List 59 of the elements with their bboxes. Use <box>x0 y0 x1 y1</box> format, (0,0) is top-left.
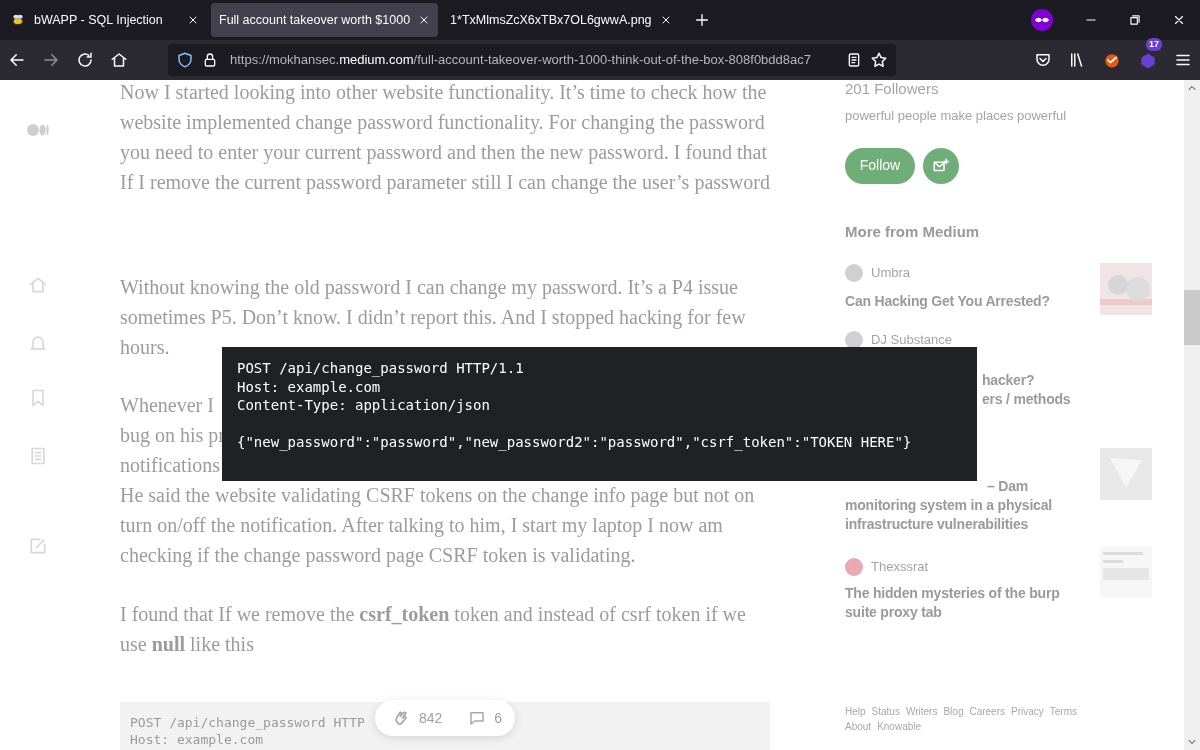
story-title[interactable]: infrastructure vulnerabilities <box>845 514 1029 534</box>
story-title[interactable]: hacker? <box>982 370 1035 390</box>
reload-icon[interactable] <box>76 51 94 69</box>
restore-icon[interactable] <box>1128 13 1142 27</box>
comment-count: 6 <box>494 708 503 728</box>
article-text: turn on/off the notification. After talking to him, I start my laptop I now am <box>120 513 723 539</box>
article-text: checking if the change password page CSRF token is validating. <box>120 543 636 569</box>
scrollbar[interactable] <box>1184 80 1200 750</box>
story-title[interactable]: The hidden mysteries of the burp suite proxy tab <box>845 583 1080 622</box>
home-icon[interactable] <box>110 51 128 69</box>
notification-badge: 17 <box>1146 38 1162 51</box>
pocket-icon[interactable] <box>1034 51 1052 69</box>
forward-icon[interactable] <box>42 51 60 69</box>
author-avatar <box>845 330 863 349</box>
story-title[interactable]: – Dam <box>987 476 1029 496</box>
footer-link[interactable]: Privacy <box>1011 703 1044 719</box>
clap-count: 842 <box>419 708 443 728</box>
article-text: Whenever I <box>120 393 214 418</box>
follower-count: 201 Followers <box>845 80 939 98</box>
author-bio: powerful people make places powerful <box>845 107 1067 125</box>
code-snippet: POST /api/change_password HTTP/1.1 Host: example.com Content-Type: application/json {"new_password":"password","new_password2":"password","csrf_token":"TOKEN HERE"} <box>222 347 977 481</box>
bookmark-star-icon[interactable] <box>870 51 888 69</box>
shield-icon <box>176 51 194 69</box>
subscribe-button[interactable] <box>923 147 959 184</box>
story-title[interactable]: Can Hacking Get You Arrested? <box>845 291 1080 311</box>
footer-link[interactable]: Writers <box>905 703 938 719</box>
address-bar[interactable]: https://mokhansec.medium.com/full-account-takeover-worth-1000-think-out-of-the-box-808f0bdd8ac7 <box>168 44 896 76</box>
author-avatar <box>845 263 863 282</box>
scrollbar-thumb[interactable] <box>1184 290 1200 345</box>
new-tab-icon[interactable] <box>693 12 710 28</box>
footer-link[interactable]: Careers <box>969 703 1005 719</box>
article-text: He said the website validating CSRF tokens on the change info page but not on <box>120 483 755 509</box>
article-paragraph: I found that If we remove the csrf_token token and instead of csrf token if we use null like this <box>120 602 747 657</box>
browser-tab[interactable]: bWAPP - SQL Injection <box>2 3 207 37</box>
reader-view-icon[interactable] <box>846 52 862 68</box>
author-avatar <box>845 557 863 576</box>
mask-icon <box>1030 8 1054 32</box>
footer-link[interactable]: Blog <box>943 703 964 719</box>
footer-link[interactable]: Knowable <box>877 718 922 734</box>
footer-link[interactable]: Terms <box>1049 703 1078 719</box>
author-name: Thexssrat <box>871 558 929 575</box>
bee-icon <box>10 12 26 28</box>
story-title[interactable]: ers / methods <box>982 389 1071 409</box>
close-icon[interactable] <box>1172 13 1186 27</box>
author-name: Umbra <box>871 264 910 281</box>
footer-link[interactable]: Help <box>845 703 866 719</box>
section-title: More from Medium <box>845 221 980 241</box>
story-title[interactable]: monitoring system in a physical <box>845 495 1052 515</box>
footer-link[interactable]: About <box>845 718 872 734</box>
article-text: notifications <box>120 453 220 478</box>
footer-link[interactable]: Status <box>871 703 900 719</box>
follow-button[interactable]: Follow <box>845 147 915 184</box>
article-paragraph: Now I started looking into other website functionality. It’s time to check how the website implemented change password functionality. For changing the password you need to enter your current password and then the new password. I found that If I remove the current password parameter still I can change the user’s password <box>120 80 770 196</box>
close-icon[interactable] <box>187 14 199 26</box>
lock-icon <box>202 52 218 68</box>
author-name: DJ Substance <box>871 331 952 348</box>
browser-tab[interactable]: 1*TxMlmsZcX6xTBx7OL6gwwA.png <box>442 3 680 37</box>
browser-tab[interactable]: Full account takeover worth $1000 <box>211 3 439 37</box>
back-icon[interactable] <box>8 51 26 69</box>
